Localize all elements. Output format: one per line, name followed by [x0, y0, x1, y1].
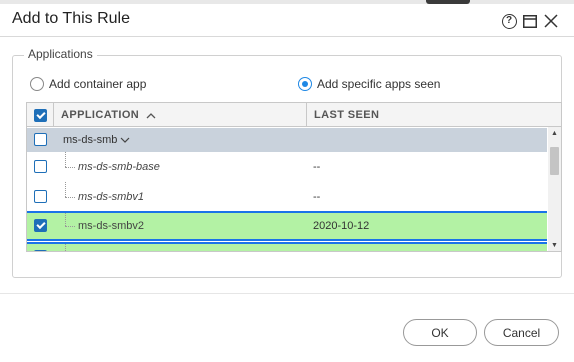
radio-add-specific-apps[interactable]: Add specific apps seen [298, 76, 440, 92]
radio-label: Add container app [49, 77, 147, 91]
last-seen-value: 2020-10-12 [313, 220, 370, 232]
group-checkbox[interactable] [34, 133, 47, 146]
dialog-titlebar: Add to This Rule ? [0, 4, 574, 37]
last-seen-value: -- [313, 191, 321, 203]
header-divider [306, 103, 307, 127]
tree-connector [65, 182, 75, 212]
table-row[interactable]: ms-ds-smb-base -- [27, 152, 547, 182]
cancel-button[interactable]: Cancel [484, 319, 559, 346]
table-row-selected[interactable]: ms-ds-smbv2 2020-10-12 [27, 211, 547, 241]
group-row[interactable]: ms-ds-smb [27, 128, 547, 152]
header-last-seen-label: LAST SEEN [314, 109, 380, 121]
tree-connector [65, 244, 75, 251]
header-last-seen[interactable]: LAST SEEN [314, 103, 379, 127]
applications-grid: APPLICATION LAST SEEN ms-ds-smb ms-ds-sm… [26, 102, 562, 252]
application-name: ms-ds-smbv1 [78, 191, 145, 203]
applications-legend: Applications [24, 47, 97, 61]
chevron-down-icon[interactable] [120, 137, 130, 144]
help-icon[interactable]: ? [500, 12, 518, 30]
scroll-down-icon[interactable]: ▼ [548, 239, 561, 251]
tree-connector [65, 213, 75, 239]
row-checkbox[interactable] [34, 219, 47, 232]
header-select-all[interactable] [34, 103, 47, 127]
restore-icon[interactable] [521, 12, 539, 30]
application-name: ms-ds-smbv2 [78, 220, 145, 232]
radio-circle-icon [30, 77, 44, 91]
footer-divider [0, 293, 574, 294]
radio-add-container-app[interactable]: Add container app [30, 76, 146, 92]
row-checkbox[interactable] [34, 160, 47, 173]
group-name: ms-ds-smb [63, 134, 118, 146]
row-checkbox[interactable] [34, 190, 47, 203]
radio-circle-checked-icon [298, 77, 312, 91]
last-seen-value: -- [313, 161, 321, 173]
ok-button[interactable]: OK [403, 319, 477, 346]
scroll-thumb[interactable] [550, 147, 559, 175]
row-checkbox[interactable] [34, 250, 47, 251]
application-name: ms-ds-smbv3 [78, 244, 144, 251]
radio-label: Add specific apps seen [317, 77, 441, 91]
select-all-checkbox[interactable] [34, 108, 47, 122]
group-name-wrap: ms-ds-smb [63, 128, 130, 152]
last-seen-value: 2020-10-12 [313, 244, 369, 251]
close-icon[interactable] [542, 12, 560, 30]
table-row[interactable]: ms-ds-smbv1 -- [27, 182, 547, 212]
grid-scrollbar[interactable]: ▲ ▼ [548, 127, 561, 251]
scroll-up-icon[interactable]: ▲ [548, 127, 561, 139]
application-name: ms-ds-smb-base [78, 161, 160, 173]
header-divider [53, 103, 54, 127]
header-application[interactable]: APPLICATION [61, 103, 156, 127]
caret-up-icon [146, 112, 156, 118]
grid-header: APPLICATION LAST SEEN [27, 103, 561, 127]
table-row-selected[interactable]: ms-ds-smbv3 2020-10-12 [27, 242, 547, 251]
dialog-title: Add to This Rule [12, 10, 130, 27]
header-application-label: APPLICATION [61, 109, 140, 121]
title-icons: ? [500, 12, 560, 30]
tree-connector [65, 152, 75, 182]
